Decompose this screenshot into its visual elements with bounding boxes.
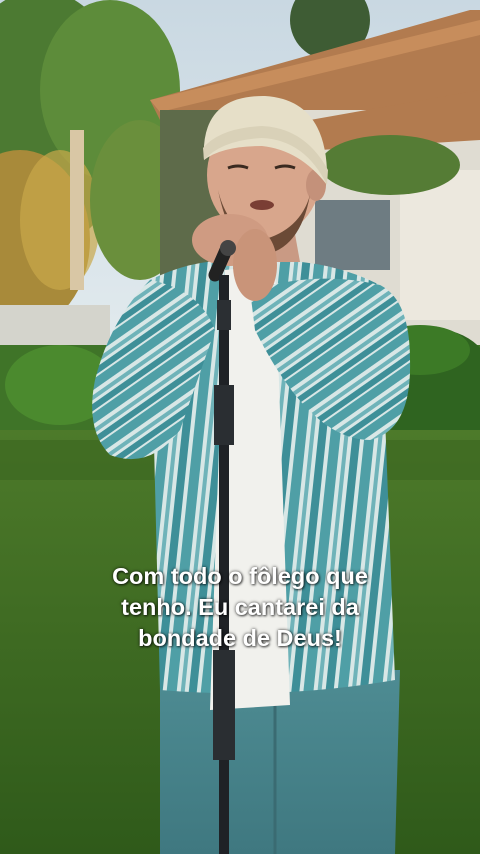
subtitle-line: Com todo o fôlego que: [112, 563, 368, 589]
subtitle-caption: Com todo o fôlego que tenho. Eu cantarei…: [40, 561, 440, 654]
subtitle-line: bondade de Deus!: [138, 625, 342, 651]
subtitle-line: tenho. Eu cantarei da: [121, 594, 359, 620]
video-frame[interactable]: Com todo o fôlego que tenho. Eu cantarei…: [0, 0, 480, 854]
video-scene: [0, 0, 480, 854]
